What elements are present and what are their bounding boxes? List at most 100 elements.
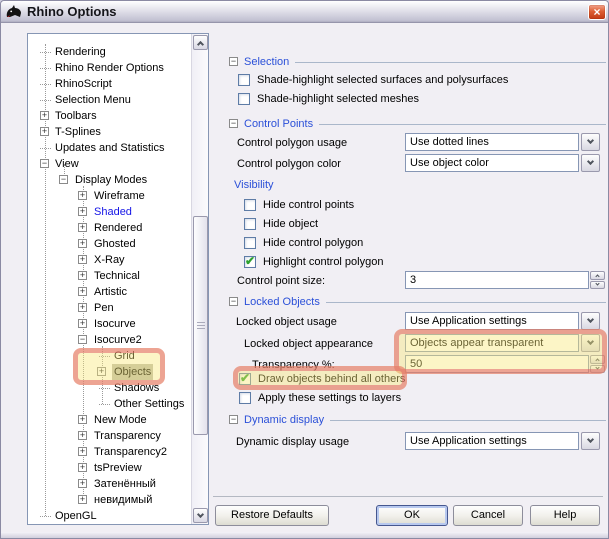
- tree-item-t-splines[interactable]: + T-Splines: [28, 124, 188, 140]
- expand-icon[interactable]: +: [78, 463, 87, 472]
- collapse-icon[interactable]: −: [229, 297, 238, 306]
- chevron-down-icon[interactable]: [581, 133, 600, 151]
- tree-item-label[interactable]: Other Settings: [112, 396, 186, 412]
- checkbox-box[interactable]: [238, 93, 250, 105]
- combo-value[interactable]: Use Application settings: [405, 312, 579, 330]
- tree-item-label[interactable]: Transparency: [92, 428, 163, 444]
- expand-icon[interactable]: +: [40, 111, 49, 120]
- cancel-button[interactable]: Cancel: [453, 505, 523, 526]
- checkbox-box[interactable]: [244, 199, 256, 211]
- combo-control-polygon-usage[interactable]: Use dotted lines: [405, 133, 600, 151]
- expand-icon[interactable]: +: [97, 367, 106, 376]
- tree-item-rendering[interactable]: Rendering: [28, 44, 188, 60]
- tree-item-label[interactable]: RhinoScript: [53, 76, 114, 92]
- tree-item-label[interactable]: Toolbars: [53, 108, 99, 124]
- spinner-down-icon[interactable]: [590, 280, 605, 289]
- expand-icon[interactable]: +: [78, 303, 87, 312]
- collapse-icon[interactable]: −: [78, 335, 87, 344]
- chevron-down-icon[interactable]: [581, 432, 600, 450]
- tree-item-other-settings[interactable]: Other Settings: [28, 396, 188, 412]
- tree-item-row-27[interactable]: + Затенённый: [28, 476, 188, 492]
- tree-item-shadows[interactable]: Shadows: [28, 380, 188, 396]
- collapse-icon[interactable]: −: [229, 415, 238, 424]
- title-bar[interactable]: Rhino Options ×: [1, 1, 608, 23]
- expand-icon[interactable]: +: [40, 127, 49, 136]
- combo-value[interactable]: Use Application settings: [405, 432, 579, 450]
- tree-item-label[interactable]: Updates and Statistics: [53, 140, 166, 156]
- checkbox-shade-highlight-meshes[interactable]: Shade-highlight selected meshes: [238, 92, 419, 106]
- combo-value[interactable]: Use dotted lines: [405, 133, 579, 151]
- expand-icon[interactable]: +: [78, 239, 87, 248]
- close-icon[interactable]: ×: [588, 4, 606, 20]
- tree-item-updates-and-statistics[interactable]: Updates and Statistics: [28, 140, 188, 156]
- tree-item-grid[interactable]: Grid: [28, 348, 188, 364]
- collapse-icon[interactable]: −: [40, 159, 49, 168]
- expand-icon[interactable]: +: [78, 447, 87, 456]
- tree-item-label[interactable]: View: [53, 156, 81, 172]
- combo-locked-object-usage[interactable]: Use Application settings: [405, 312, 600, 330]
- tree-item-rendered[interactable]: + Rendered: [28, 220, 188, 236]
- tree-item-label[interactable]: tsPreview: [92, 460, 144, 476]
- tree-item-label[interactable]: Rendered: [92, 220, 144, 236]
- scroll-up-icon[interactable]: [193, 35, 208, 50]
- checkbox-shade-highlight-surfaces[interactable]: Shade-highlight selected surfaces and po…: [238, 73, 508, 87]
- tree-item-transparency[interactable]: + Transparency: [28, 428, 188, 444]
- checkbox-box[interactable]: [244, 254, 256, 268]
- tree-item-technical[interactable]: + Technical: [28, 268, 188, 284]
- checkbox-hide-control-polygon[interactable]: Hide control polygon: [244, 236, 363, 250]
- collapse-icon[interactable]: −: [229, 57, 238, 66]
- checkbox-box[interactable]: [238, 74, 250, 86]
- collapse-icon[interactable]: −: [59, 175, 68, 184]
- checkbox-box[interactable]: [244, 237, 256, 249]
- checkbox-apply-settings-to-layers[interactable]: Apply these settings to layers: [239, 391, 401, 405]
- tree-item-view[interactable]: − View: [28, 156, 188, 172]
- tree-item-label[interactable]: Rendering: [53, 44, 108, 60]
- combo-control-polygon-color[interactable]: Use object color: [405, 154, 600, 172]
- tree-item-label[interactable]: New Mode: [92, 412, 149, 428]
- tree-item-label[interactable]: Shaded: [92, 204, 134, 220]
- ok-button[interactable]: OK: [376, 505, 448, 526]
- tree-item-label[interactable]: OpenGL: [53, 508, 99, 524]
- tree-item-new-mode[interactable]: + New Mode: [28, 412, 188, 428]
- spinner-value[interactable]: 3: [405, 271, 589, 289]
- chevron-down-icon[interactable]: [581, 312, 600, 330]
- spinner-value[interactable]: 50: [405, 355, 589, 373]
- scroll-down-icon[interactable]: [193, 508, 208, 523]
- tree-item-label[interactable]: Isocurve: [92, 316, 138, 332]
- expand-icon[interactable]: +: [78, 479, 87, 488]
- spinner-transparency-percent[interactable]: 50: [405, 355, 605, 373]
- expand-icon[interactable]: +: [78, 207, 87, 216]
- tree-item-label[interactable]: Transparency2: [92, 444, 169, 460]
- settings-tree[interactable]: Rendering Rhino Render Options RhinoScript…: [27, 33, 209, 525]
- tree-item-label[interactable]: Затенённый: [92, 476, 158, 492]
- checkbox-draw-objects-behind[interactable]: Draw objects behind all others: [239, 371, 405, 386]
- help-button[interactable]: Help: [530, 505, 600, 526]
- tree-item-row-28[interactable]: + невидимый: [28, 492, 188, 508]
- collapse-icon[interactable]: −: [229, 119, 238, 128]
- tree-item-display-modes[interactable]: − Display Modes: [28, 172, 188, 188]
- checkbox-box[interactable]: [244, 218, 256, 230]
- spinner-up-icon[interactable]: [590, 271, 605, 280]
- chevron-down-icon[interactable]: [581, 154, 600, 172]
- tree-item-label[interactable]: Artistic: [92, 284, 129, 300]
- tree-item-label[interactable]: T-Splines: [53, 124, 103, 140]
- scrollbar-thumb[interactable]: [193, 216, 208, 435]
- expand-icon[interactable]: +: [78, 287, 87, 296]
- tree-item-opengl[interactable]: OpenGL: [28, 508, 188, 524]
- checkbox-hide-object[interactable]: Hide object: [244, 217, 318, 231]
- expand-icon[interactable]: +: [78, 255, 87, 264]
- restore-defaults-button[interactable]: Restore Defaults: [215, 505, 329, 526]
- expand-icon[interactable]: +: [78, 271, 87, 280]
- expand-icon[interactable]: +: [78, 191, 87, 200]
- chevron-down-icon[interactable]: [581, 334, 600, 352]
- tree-item-isocurve[interactable]: + Isocurve: [28, 316, 188, 332]
- tree-item-rhinoscript[interactable]: RhinoScript: [28, 76, 188, 92]
- expand-icon[interactable]: +: [78, 431, 87, 440]
- tree-item-ghosted[interactable]: + Ghosted: [28, 236, 188, 252]
- tree-item-artistic[interactable]: + Artistic: [28, 284, 188, 300]
- spinner-control-point-size[interactable]: 3: [405, 271, 605, 289]
- tree-item-label[interactable]: Selection Menu: [53, 92, 133, 108]
- tree-item-toolbars[interactable]: + Toolbars: [28, 108, 188, 124]
- tree-item-wireframe[interactable]: + Wireframe: [28, 188, 188, 204]
- checkbox-box[interactable]: [239, 371, 251, 385]
